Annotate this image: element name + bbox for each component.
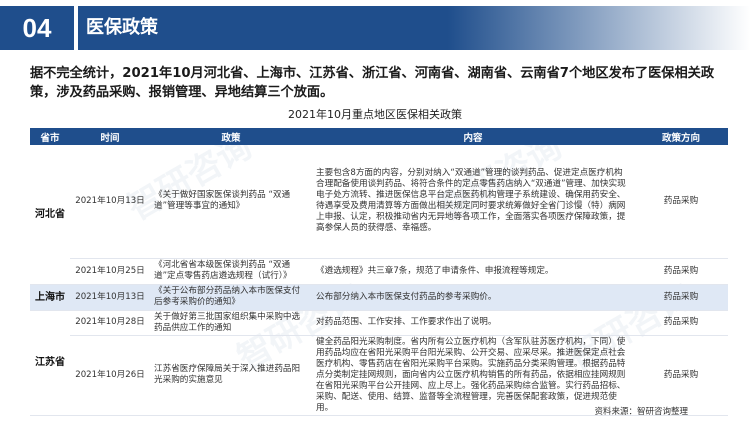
cell-content: 对药品范围、工作安排、工作要求作出了说明。 <box>312 310 634 336</box>
section-number: 04 <box>0 6 74 50</box>
policy-table: 省市 时间 政策 内容 政策方向 河北省 2021年10月13日 《关于做好国家… <box>30 128 728 416</box>
cell-direction: 药品采购 <box>634 310 728 336</box>
cell-direction: 药品采购 <box>634 258 728 285</box>
header-province: 省市 <box>30 128 70 145</box>
summary-paragraph: 据不完全统计，2021年10月河北省、上海市、江苏省、浙江省、河南省、湖南省、云… <box>30 66 715 100</box>
cell-direction: 药品采购 <box>634 335 728 416</box>
table-row: 2021年10月26日 江苏省医疗保障局关于深入推进药品阳光采购的实施意见 健全… <box>30 335 728 416</box>
cell-content: 公布部分纳入本市医保支付药品的参考采购价。 <box>312 284 634 311</box>
table-row: 河北省 2021年10月13日 《关于做好国家医保谈判药品 “双通道”管理等事宜… <box>30 145 728 285</box>
header-policy: 政策 <box>150 128 312 145</box>
header-direction: 政策方向 <box>634 128 728 145</box>
cell-time: 2021年10月26日 <box>70 335 150 416</box>
table-row: 江苏省 2021年10月28日 关于做好第三批国家组织集中采购中选药品供应工作的… <box>30 310 728 416</box>
cell-time: 2021年10月13日 <box>70 145 150 259</box>
cell-policy: 《关于公布部分药品纳入本市医保支付后参考采购价的通知》 <box>150 284 312 311</box>
cell-content: 《遴选规程》共三章7条，规范了申请条件、申报流程等规定。 <box>312 258 634 285</box>
cell-province: 上海市 <box>30 284 70 311</box>
cell-policy: 《河北省省本级医保谈判药品 “双通道”定点零售药店遴选规程（试行）》 <box>150 258 312 285</box>
section-header: 04 医保政策 <box>0 0 750 56</box>
cell-time: 2021年10月13日 <box>70 284 150 311</box>
cell-direction: 药品采购 <box>634 145 728 259</box>
source-note: 资料来源：智研咨询整理 <box>594 407 688 417</box>
table-row: 2021年10月25日 《河北省省本级医保谈判药品 “双通道”定点零售药店遴选规… <box>30 258 728 285</box>
header-time: 时间 <box>70 128 150 145</box>
cell-content: 主要包含8方面的内容，分别对纳入“双通道”管理的谈判药品、促进定点医疗机构合理配… <box>312 145 634 259</box>
cell-content: 健全药品阳光采购制度。省内所有公立医疗机构（含军队驻苏医疗机构，下同）使用药品均… <box>312 335 634 416</box>
cell-policy: 江苏省医疗保障局关于深入推进药品阳光采购的实施意见 <box>150 335 312 416</box>
cell-province: 江苏省 <box>30 310 70 416</box>
table-header-row: 省市 时间 政策 内容 政策方向 <box>30 128 728 145</box>
header-content: 内容 <box>312 128 634 145</box>
cell-time: 2021年10月28日 <box>70 310 150 336</box>
table-title: 2021年10月重点地区医保相关政策 <box>288 108 462 121</box>
section-title-bar: 医保政策 <box>78 6 750 50</box>
cell-policy: 《关于做好国家医保谈判药品 “双通道”管理等事宜的通知》 <box>150 145 312 259</box>
cell-time: 2021年10月25日 <box>70 258 150 285</box>
cell-policy: 关于做好第三批国家组织集中采购中选药品供应工作的通知 <box>150 310 312 336</box>
table-row: 上海市 2021年10月13日 《关于公布部分药品纳入本市医保支付后参考采购价的… <box>30 284 728 311</box>
section-title: 医保政策 <box>86 17 158 38</box>
cell-province: 河北省 <box>30 145 70 285</box>
cell-direction: 药品采购 <box>634 284 728 311</box>
